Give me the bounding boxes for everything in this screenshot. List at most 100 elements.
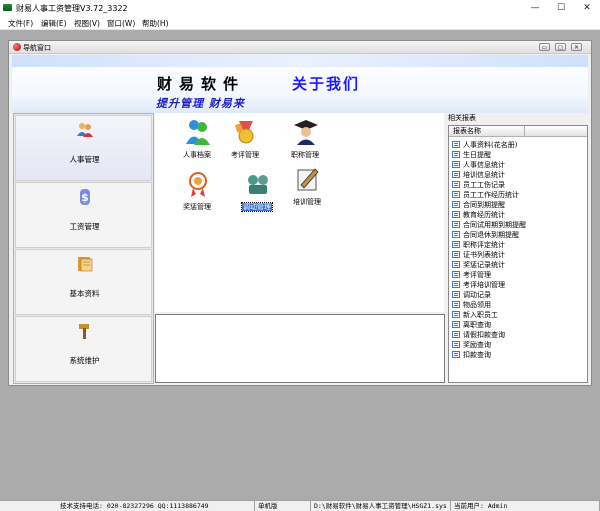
close-button[interactable]: ✕ bbox=[575, 0, 599, 16]
menu-file[interactable]: 文件(F) bbox=[8, 18, 33, 29]
report-item[interactable]: 生日提醒 bbox=[452, 150, 586, 160]
report-item[interactable]: 合同试用期到期提醒 bbox=[452, 220, 586, 230]
nav-label: 基本资料 bbox=[69, 289, 100, 298]
description-box[interactable] bbox=[155, 314, 445, 383]
nav-item-personnel[interactable]: 人事管理 bbox=[15, 115, 152, 181]
menu-view[interactable]: 视图(V) bbox=[74, 18, 100, 29]
report-label: 培训信息统计 bbox=[463, 171, 505, 179]
report-icon bbox=[452, 301, 460, 308]
report-label: 奖励查询 bbox=[463, 341, 491, 349]
window-icon bbox=[13, 43, 21, 51]
report-icon bbox=[452, 141, 460, 148]
graduate-icon bbox=[294, 120, 318, 145]
module-training[interactable]: 培训管理 bbox=[277, 163, 337, 211]
minimize-button[interactable]: — bbox=[523, 0, 547, 16]
report-label: 请假扣款查询 bbox=[463, 331, 505, 339]
report-item[interactable]: 扣款查询 bbox=[452, 350, 586, 360]
report-icon bbox=[452, 341, 460, 348]
transfer-icon bbox=[248, 175, 268, 194]
reports-column-header[interactable]: 报表名称 bbox=[449, 126, 525, 137]
module-title[interactable]: 职称管理 bbox=[275, 116, 335, 164]
module-reward-punishment[interactable]: 奖惩管理 bbox=[167, 168, 227, 216]
report-item[interactable]: 证书列表统计 bbox=[452, 250, 586, 260]
report-item[interactable]: 考评培训管理 bbox=[452, 280, 586, 290]
report-item[interactable]: 调动记录 bbox=[452, 290, 586, 300]
report-icon bbox=[452, 261, 460, 268]
report-item[interactable]: 奖惩记录统计 bbox=[452, 260, 586, 270]
report-label: 合同到期提醒 bbox=[463, 201, 505, 209]
slogan: 提升管理 财易来 bbox=[156, 97, 245, 110]
report-item[interactable]: 培训信息统计 bbox=[452, 170, 586, 180]
report-icon bbox=[452, 351, 460, 358]
report-label: 物品领用 bbox=[463, 301, 491, 309]
report-item[interactable]: 物品领用 bbox=[452, 300, 586, 310]
report-item[interactable]: 考评管理 bbox=[452, 270, 586, 280]
nav-label: 系统维护 bbox=[69, 356, 100, 365]
nav-item-system[interactable]: 系统维护 bbox=[15, 316, 152, 382]
report-label: 生日提醒 bbox=[463, 151, 491, 159]
module-evaluation[interactable]: 考评管理 bbox=[215, 116, 275, 164]
menu-help[interactable]: 帮助(H) bbox=[142, 18, 169, 29]
report-item[interactable]: 新入职员工 bbox=[452, 310, 586, 320]
award-icon bbox=[189, 172, 207, 197]
report-label: 合同试用期到期提醒 bbox=[463, 221, 526, 229]
report-label: 考评培训管理 bbox=[463, 281, 505, 289]
nav-item-payroll[interactable]: $ 工资管理 bbox=[15, 182, 152, 248]
report-icon bbox=[452, 311, 460, 318]
report-label: 职称评定统计 bbox=[463, 241, 505, 249]
report-label: 员工工伤记录 bbox=[463, 181, 505, 189]
report-label: 人事资料(花名册) bbox=[463, 141, 518, 149]
report-item[interactable]: 人事信息统计 bbox=[452, 160, 586, 170]
module-label: 培训管理 bbox=[293, 198, 321, 206]
report-icon bbox=[452, 221, 460, 228]
report-item[interactable]: 合同到期提醒 bbox=[452, 200, 586, 210]
status-bar: 技术支持电话: 020-82327296 QQ:1113886749 单机版 D… bbox=[0, 500, 600, 511]
people-icon bbox=[77, 123, 93, 137]
module-label: 考评管理 bbox=[231, 151, 259, 159]
nav-label: 人事管理 bbox=[69, 155, 100, 164]
child-minimize-button[interactable]: ▭ bbox=[539, 43, 550, 51]
money-icon: $ bbox=[80, 189, 90, 205]
about-us-link[interactable]: 关于我们 bbox=[292, 73, 360, 94]
report-item[interactable]: 员工工作经历统计 bbox=[452, 190, 586, 200]
report-item[interactable]: 合同退休到期提醒 bbox=[452, 230, 586, 240]
report-item[interactable]: 请假扣款查询 bbox=[452, 330, 586, 340]
report-icon bbox=[452, 191, 460, 198]
person-file-icon bbox=[186, 120, 210, 145]
menu-window[interactable]: 窗口(W) bbox=[107, 18, 135, 29]
report-rows: 人事资料(花名册) 生日提醒 人事信息统计 培训信息统计 员工工伤记录 员工工作经历统计合… bbox=[452, 140, 586, 360]
report-label: 人事信息统计 bbox=[463, 161, 505, 169]
report-label: 扣款查询 bbox=[463, 351, 491, 359]
navigation-window-titlebar: 导航窗口 ▭ ▢ ✕ bbox=[9, 41, 591, 54]
nav-label: 工资管理 bbox=[69, 222, 100, 231]
report-label: 调动记录 bbox=[463, 291, 491, 299]
reports-header: 报表名称 bbox=[449, 126, 587, 137]
report-label: 合同退休到期提醒 bbox=[463, 231, 519, 239]
report-item[interactable]: 员工工伤记录 bbox=[452, 180, 586, 190]
child-close-button[interactable]: ✕ bbox=[571, 43, 582, 51]
report-item[interactable]: 奖励查询 bbox=[452, 340, 586, 350]
report-item[interactable]: 职称评定统计 bbox=[452, 240, 586, 250]
report-icon bbox=[452, 321, 460, 328]
nav-item-basic-data[interactable]: 基本资料 bbox=[15, 249, 152, 315]
module-label: 奖惩管理 bbox=[183, 203, 211, 211]
left-navigation: 人事管理 $ 工资管理 基本资料 系统维护 bbox=[13, 113, 154, 384]
banner: 财易软件 关于我们 提升管理 财易来 bbox=[12, 55, 588, 113]
reports-list[interactable]: 报表名称 人事资料(花名册) 生日提醒人事信息统计 培训信息统计 员工工伤记录 员工工作… bbox=[448, 125, 588, 383]
report-icon bbox=[452, 211, 460, 218]
report-label: 新入职员工 bbox=[463, 311, 498, 319]
title-bar: 财易人事工资管理V3.72_3322 — ☐ ✕ bbox=[0, 0, 600, 16]
report-item[interactable]: 人事资料(花名册) bbox=[452, 140, 586, 150]
report-item[interactable]: 教育经历统计 bbox=[452, 210, 586, 220]
report-icon bbox=[452, 251, 460, 258]
notebook-icon bbox=[78, 257, 93, 272]
banner-band bbox=[12, 55, 588, 67]
report-icon bbox=[452, 161, 460, 168]
menu-edit[interactable]: 编辑(E) bbox=[41, 18, 67, 29]
child-restore-button[interactable]: ▢ bbox=[555, 43, 566, 51]
report-label: 教育经历统计 bbox=[463, 211, 505, 219]
module-label: 职称管理 bbox=[291, 151, 319, 159]
report-icon bbox=[452, 231, 460, 238]
maximize-button[interactable]: ☐ bbox=[549, 0, 573, 16]
report-item[interactable]: 离职查询 bbox=[452, 320, 586, 330]
